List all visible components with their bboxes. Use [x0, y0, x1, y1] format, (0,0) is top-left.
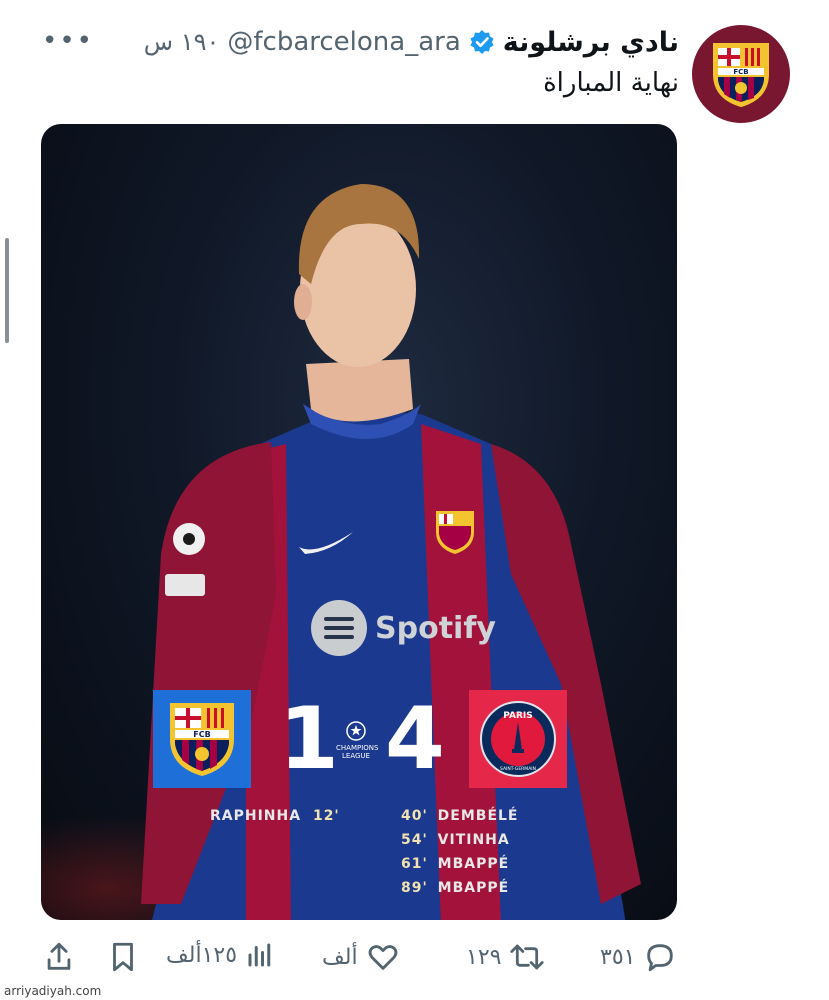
svg-text:PARIS: PARIS	[503, 711, 533, 721]
like-button[interactable]: ألف	[322, 940, 400, 974]
competition-name: CHAMPIONS LEAGUE	[336, 744, 379, 760]
home-score: 1	[279, 689, 339, 789]
tweet-time[interactable]: ١٩٠ س	[144, 28, 220, 56]
retweet-icon	[510, 944, 545, 970]
user-handle[interactable]: @fcbarcelona_ara	[227, 27, 460, 57]
sponsor-logo: Spotify	[311, 600, 496, 656]
fcb-crest-icon: FCB	[713, 43, 769, 108]
home-team-crest: FCB	[153, 690, 251, 788]
goal-minute: 40'	[401, 808, 428, 824]
svg-text:FCB: FCB	[733, 68, 748, 76]
tweet-text: نهاية المباراة	[543, 68, 679, 98]
replies-count: ٣٥١	[600, 944, 636, 970]
scorer-name: MBAPPÉ	[437, 856, 510, 872]
scorer-name: VITINHA	[437, 832, 510, 848]
verified-badge-icon	[469, 29, 495, 55]
away-score: 4	[385, 689, 445, 789]
away-scorer-row: 61' MBAPPÉ	[401, 856, 509, 872]
psg-crest-icon: PARIS SAINT-GERMAIN	[480, 701, 556, 777]
share-icon	[47, 942, 71, 970]
scorer-name: RAPHINHA	[210, 808, 302, 824]
heart-icon	[368, 945, 397, 970]
reply-button[interactable]: ٣٥١	[600, 940, 677, 974]
views-count: ١٢٥ألف	[166, 942, 238, 968]
views-button[interactable]: ١٢٥ألف	[166, 940, 275, 970]
retweets-count: ١٢٩	[466, 944, 502, 970]
bookmark-icon	[113, 942, 133, 972]
scrollbar[interactable]	[5, 238, 9, 343]
svg-text:FCB: FCB	[193, 730, 210, 739]
goal-minute: 61'	[401, 856, 428, 872]
svg-text:SAINT-GERMAIN: SAINT-GERMAIN	[500, 766, 536, 772]
goal-minute: 12'	[312, 808, 340, 824]
views-chart-icon	[248, 943, 271, 967]
goal-minute: 89'	[401, 880, 428, 896]
starball-icon	[346, 721, 366, 741]
tweet-actions: ١٢٥ألف ألف ١٢٩ ٣٥١	[40, 940, 690, 974]
tweet-header: نادي برشلونة @fcbarcelona_ara ١٩٠ س	[40, 22, 679, 62]
bookmark-button[interactable]	[106, 940, 140, 974]
tweet-image[interactable]: Spotify FCB 1 CHAMPIONS LEAGUE 4 PARIS S…	[41, 124, 677, 920]
retweet-button[interactable]: ١٢٩	[466, 940, 545, 974]
likes-count: ألف	[322, 944, 358, 970]
sponsor-name: Spotify	[375, 610, 496, 646]
reply-icon	[647, 944, 674, 972]
avatar[interactable]: FCB	[692, 25, 790, 123]
share-button[interactable]	[42, 940, 76, 974]
watermark: arriyadiyah.com	[4, 984, 102, 998]
away-scorer-row: 89' MBAPPÉ	[401, 880, 509, 896]
scorer-name: MBAPPÉ	[437, 880, 510, 896]
goal-minute: 54'	[401, 832, 428, 848]
scorer-name: DEMBÉLÉ	[437, 808, 519, 824]
away-scorer-row: 40' DEMBÉLÉ	[401, 808, 519, 824]
display-name[interactable]: نادي برشلونة	[503, 27, 679, 58]
champions-league-logo: CHAMPIONS LEAGUE	[336, 720, 379, 760]
away-scorer-row: 54' VITINHA	[401, 832, 510, 848]
away-team-crest: PARIS SAINT-GERMAIN	[469, 690, 567, 788]
player-photo	[141, 184, 641, 920]
spotify-icon	[311, 600, 367, 656]
fcb-crest-icon: FCB	[170, 703, 234, 776]
home-scorer-row: RAPHINHA 12'	[210, 808, 344, 824]
